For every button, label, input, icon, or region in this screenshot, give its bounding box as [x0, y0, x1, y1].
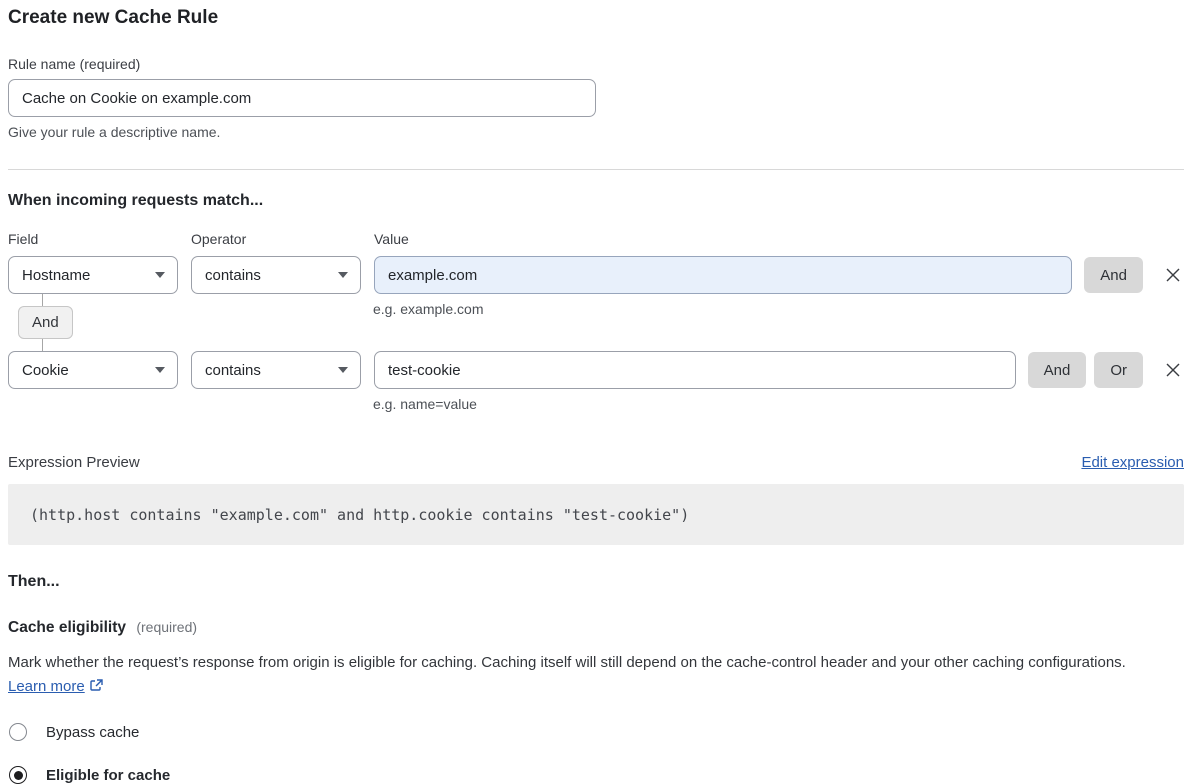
close-icon	[1164, 266, 1182, 284]
cache-eligibility-heading: Cache eligibility (required)	[8, 619, 1184, 637]
chevron-down-icon	[155, 367, 165, 373]
radio-selected-icon[interactable]	[9, 766, 27, 784]
field-select-value: Hostname	[22, 267, 90, 284]
condition-row-2: Cookie contains And Or	[8, 351, 1184, 389]
connector-and-button[interactable]: And	[18, 306, 73, 339]
expression-header: Expression Preview Edit expression	[8, 454, 1184, 471]
value-helper-text: e.g. name=value	[373, 396, 1184, 412]
edit-expression-link[interactable]: Edit expression	[1081, 454, 1184, 471]
radio-option-eligible-for-cache[interactable]: Eligible for cache	[8, 766, 1184, 784]
section-divider	[8, 169, 1184, 170]
radio-label: Bypass cache	[46, 724, 139, 741]
chevron-down-icon	[155, 272, 165, 278]
condition-row-1: Hostname contains And	[8, 256, 1184, 294]
cache-eligibility-description: Mark whether the request’s response from…	[8, 651, 1166, 699]
or-button[interactable]: Or	[1094, 352, 1143, 388]
required-note: (required)	[136, 619, 197, 635]
expression-preview-label: Expression Preview	[8, 454, 140, 471]
rule-name-input[interactable]	[8, 79, 596, 117]
expression-code-block: (http.host contains "example.com" and ht…	[8, 484, 1184, 545]
cache-eligibility-title: Cache eligibility	[8, 619, 126, 636]
value-input[interactable]	[374, 256, 1072, 294]
radio-option-bypass-cache[interactable]: Bypass cache	[8, 723, 1184, 741]
learn-more-link[interactable]: Learn more	[8, 678, 85, 695]
then-heading: Then...	[8, 573, 1184, 591]
expression-code: (http.host contains "example.com" and ht…	[30, 506, 689, 524]
operator-select-value: contains	[205, 362, 261, 379]
value-column-label: Value	[374, 231, 409, 247]
value-input[interactable]	[374, 351, 1016, 389]
field-column-label: Field	[8, 231, 191, 247]
field-select[interactable]: Cookie	[8, 351, 178, 389]
rule-name-helper: Give your rule a descriptive name.	[8, 124, 1184, 140]
radio-dot	[14, 771, 23, 780]
chevron-down-icon	[338, 367, 348, 373]
value-helper-text: e.g. example.com	[373, 301, 484, 317]
column-labels: Field Operator Value	[8, 231, 1184, 247]
chevron-down-icon	[338, 272, 348, 278]
and-button[interactable]: And	[1084, 257, 1143, 293]
operator-select[interactable]: contains	[191, 351, 361, 389]
external-link-icon	[89, 678, 104, 693]
row-connector-area: And e.g. example.com	[8, 294, 1184, 351]
field-select[interactable]: Hostname	[8, 256, 178, 294]
operator-select[interactable]: contains	[191, 256, 361, 294]
operator-column-label: Operator	[191, 231, 374, 247]
remove-condition-button[interactable]	[1162, 359, 1184, 381]
create-cache-rule-page: Create new Cache Rule Rule name (require…	[0, 0, 1200, 784]
radio-unselected-icon[interactable]	[9, 723, 27, 741]
radio-label: Eligible for cache	[46, 767, 170, 784]
operator-select-value: contains	[205, 267, 261, 284]
close-icon	[1164, 361, 1182, 379]
match-heading: When incoming requests match...	[8, 192, 1184, 210]
field-select-value: Cookie	[22, 362, 69, 379]
remove-condition-button[interactable]	[1162, 264, 1184, 286]
description-text: Mark whether the request’s response from…	[8, 654, 1126, 671]
page-title: Create new Cache Rule	[8, 6, 1184, 30]
rule-name-label: Rule name (required)	[8, 56, 1184, 72]
and-button[interactable]: And	[1028, 352, 1087, 388]
